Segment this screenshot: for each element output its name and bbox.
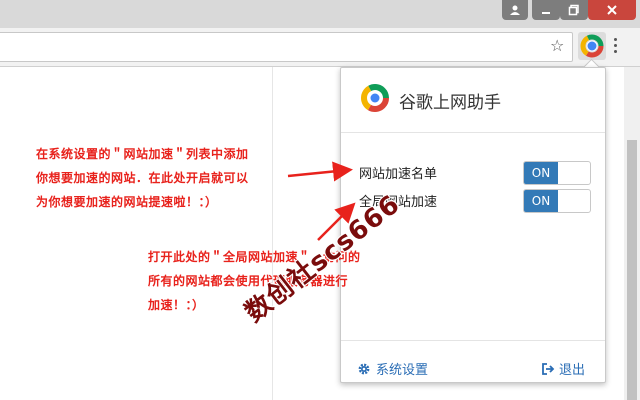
- star-icon[interactable]: ☆: [550, 36, 564, 55]
- app-logo-icon: [361, 84, 389, 112]
- close-button[interactable]: [588, 0, 636, 20]
- chrome-logo-icon: [580, 34, 604, 58]
- sign-out-icon: [542, 362, 555, 375]
- browser-toolbar: ☆: [0, 28, 640, 67]
- maximize-icon: [568, 4, 579, 16]
- settings-link[interactable]: 系统设置: [357, 359, 428, 378]
- settings-label: 系统设置: [376, 363, 429, 378]
- address-bar[interactable]: [0, 32, 573, 62]
- content-divider: [272, 67, 273, 400]
- exit-label: 退出: [559, 363, 586, 378]
- popup-title: 谷歌上网助手: [399, 93, 501, 113]
- annotation-line: 在系统设置的＂网站加速＂列表中添加: [36, 147, 249, 161]
- close-icon: [607, 5, 617, 15]
- exit-link[interactable]: 退出: [541, 359, 585, 378]
- minimize-icon: [542, 12, 550, 14]
- popup-divider: [341, 340, 605, 341]
- toggle-site-list[interactable]: ON: [523, 161, 591, 185]
- popup-divider: [341, 132, 605, 133]
- gear-icon: [358, 363, 370, 374]
- toggle-on-label: ON: [524, 162, 558, 184]
- minimize-button[interactable]: [532, 0, 560, 20]
- toggle-global[interactable]: ON: [523, 189, 591, 213]
- kebab-icon[interactable]: [614, 38, 618, 56]
- annotation-site-list: 在系统设置的＂网站加速＂列表中添加 你想要加速的网站．在此处开启就可以 为你想要…: [36, 142, 276, 214]
- profile-button[interactable]: [502, 0, 528, 20]
- extension-button[interactable]: [578, 32, 606, 60]
- annotation-line: 你想要加速的网站．在此处开启就可以: [36, 171, 249, 185]
- annotation-line: 为你想要加速的网站提速啦！：）: [36, 195, 218, 209]
- maximize-button[interactable]: [560, 0, 588, 20]
- toggle-on-label: ON: [524, 190, 558, 212]
- option-label-site-list: 网站加速名单: [359, 167, 438, 182]
- user-icon: [510, 5, 520, 15]
- scrollbar-thumb[interactable]: [627, 140, 637, 400]
